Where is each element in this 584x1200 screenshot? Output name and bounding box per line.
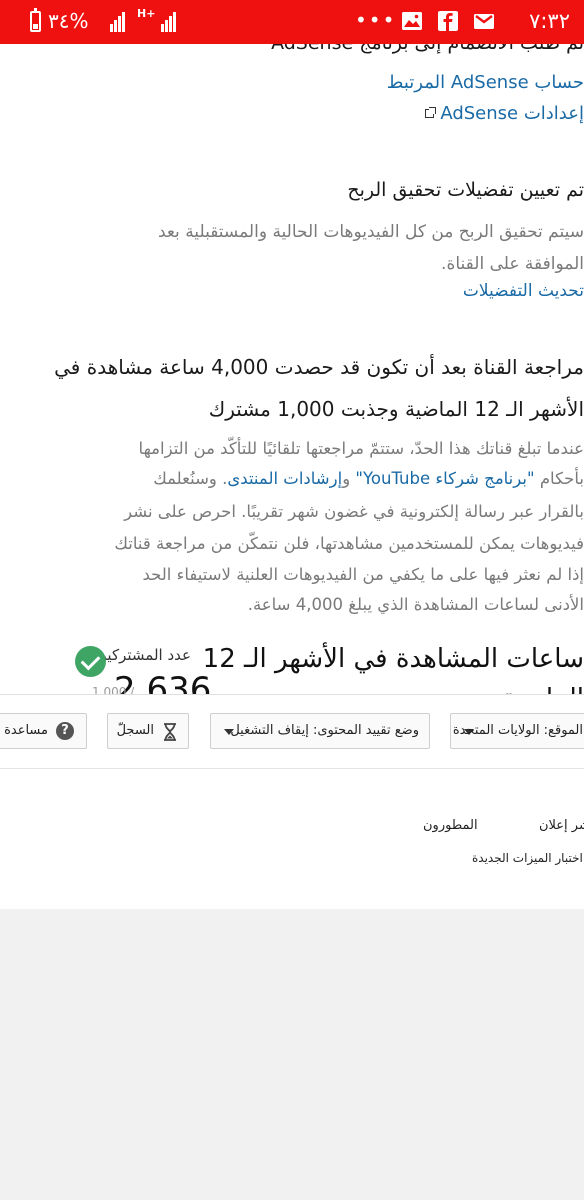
linked-adsense-account-link[interactable]: حساب AdSense المرتبط <box>387 72 584 93</box>
hourglass-icon <box>164 723 176 741</box>
page-footer: الموقع: الولايات المتحدة وضع تقييد المحت… <box>0 694 584 909</box>
adsense-settings-link[interactable]: إعدادات AdSense <box>440 103 584 124</box>
gallery-icon <box>402 12 422 30</box>
watch-hours-label: ساعات المشاهدة في الأشهر الـ 12 <box>202 644 584 674</box>
review-heading-line: الأشهر الـ 12 الماضية وجذبت 1,000 مشترك <box>208 397 584 421</box>
footer-divider <box>0 768 584 769</box>
review-body-line: الأدنى لساعات المشاهدة الذي يبلغ 4,000 س… <box>247 595 584 614</box>
review-body-line: بالقرار عبر رسالة إلكترونية في غضون شهر … <box>124 502 584 521</box>
review-body-line: عندما تبلغ قناتك هذا الحدّ، ستتمّ مراجعت… <box>138 439 584 458</box>
more-notifications-icon: ••• <box>355 8 397 32</box>
subscribers-threshold: / 1,000 <box>92 685 135 694</box>
review-body-line: إذا لم نعثر فيها على ما يكفي من الفيديوه… <box>142 565 584 584</box>
preferences-description-line: الموافقة على القناة. <box>441 254 584 274</box>
battery-icon <box>30 8 41 32</box>
review-body-line: بأحكام "برنامج شركاء YouTube" وإرشادات ا… <box>153 469 584 488</box>
subscribers-label: عدد المشتركين <box>96 646 191 664</box>
test-new-features-link[interactable]: اختبار الميزات الجديدة <box>472 851 583 865</box>
preferences-description-line: سيتم تحقيق الربح من كل الفيديوهات الحالي… <box>157 222 584 242</box>
watch-hours-label: الماضية <box>502 684 584 694</box>
status-bar: ٧:٣٢ ••• H+ %٣٤ <box>0 0 584 44</box>
network-type-indicator: H+ <box>137 7 156 20</box>
location-selector[interactable]: الموقع: الولايات المتحدة <box>450 713 584 749</box>
partner-program-link[interactable]: "برنامج شركاء YouTube" <box>355 469 534 488</box>
battery-percentage: %٣٤ <box>48 9 89 33</box>
adsense-settings-row[interactable]: إعدادات AdSense <box>425 103 584 124</box>
preferences-heading: تم تعيين تفضيلات تحقيق الربح <box>347 179 584 201</box>
review-body-line: فيديوهات يمكن للمستخدمين مشاهدتها، فلن ن… <box>114 534 584 553</box>
signal-strength-icon <box>161 12 179 32</box>
check-icon <box>75 646 106 677</box>
developers-link[interactable]: المطورون <box>423 818 478 833</box>
update-preferences-link[interactable]: تحديث التفضيلات <box>463 281 584 301</box>
clock: ٧:٣٢ <box>529 9 570 33</box>
signal-strength-icon <box>110 12 128 32</box>
external-link-icon <box>425 107 437 118</box>
history-button[interactable]: السجلّ <box>107 713 189 749</box>
facebook-icon <box>438 11 458 31</box>
community-guidelines-link[interactable]: إرشادات المنتدى <box>227 469 342 488</box>
review-heading-line: مراجعة القناة بعد أن تكون قد حصدت 4,000 … <box>54 355 584 379</box>
gmail-icon <box>474 14 494 29</box>
help-button[interactable]: ? مساعدة <box>0 713 87 749</box>
advertise-link[interactable]: نشر إعلان <box>539 818 584 833</box>
restricted-mode-selector[interactable]: وضع تقييد المحتوى: إيقاف التشغيل <box>210 713 430 749</box>
monetization-panel: تم طلب الانضمام إلى برنامج AdSense حساب … <box>0 44 584 694</box>
adsense-status-title: تم طلب الانضمام إلى برنامج AdSense <box>271 44 584 54</box>
help-icon: ? <box>56 722 74 740</box>
